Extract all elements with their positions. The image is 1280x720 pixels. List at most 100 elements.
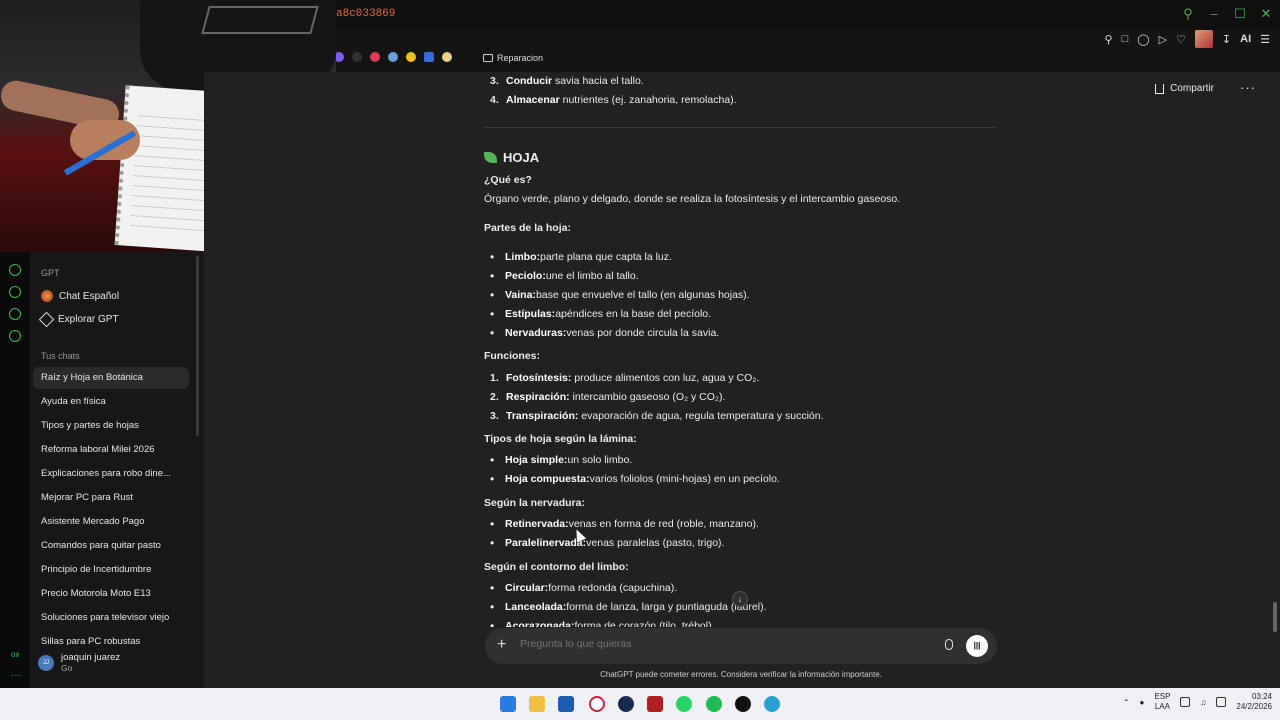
chat-item[interactable]: Precio Motorola Moto E13	[33, 583, 189, 605]
minimize-icon[interactable]: –	[1208, 6, 1220, 22]
user-name: joaquin juarez	[61, 652, 121, 663]
chat-item[interactable]: Principio de Incertidumbre	[33, 559, 189, 581]
bookmark-icon[interactable]	[388, 52, 398, 62]
chats-section-title: Tus chats	[41, 351, 80, 361]
bookmark-folder-label: Reparacion	[497, 53, 544, 63]
subheading: Funciones:	[484, 350, 541, 362]
edge-icon[interactable]	[764, 696, 780, 712]
chevron-up-icon[interactable]: ⌃	[1123, 698, 1130, 707]
bookmark-folder[interactable]: Reparacion	[483, 53, 543, 63]
bookmark-icon[interactable]	[442, 52, 452, 62]
clock[interactable]: 03:24 24/2/2026	[1236, 692, 1272, 712]
chat-item[interactable]: Mejorar PC para Rust	[33, 487, 189, 509]
chatgpt-icon[interactable]	[735, 696, 751, 712]
gpt-item-chat-espanol[interactable]: Chat Español	[41, 290, 119, 302]
whatsapp-icon[interactable]	[676, 696, 692, 712]
subheading: Según el contorno del limbo:	[484, 561, 629, 573]
leaf-icon	[484, 152, 497, 163]
url-fragment[interactable]: a8c033869	[336, 8, 395, 20]
chat-item[interactable]: Tipos y partes de hojas	[33, 415, 189, 437]
screenshot-icon[interactable]: □	[1122, 33, 1129, 45]
user-plan: Go	[61, 663, 73, 673]
opera-icon[interactable]	[589, 696, 605, 712]
subheading: Según la nervadura:	[484, 497, 585, 509]
scroll-down-button[interactable]: ↓	[732, 591, 748, 607]
browser-toolbar-right: ⚲ □ ◯ ▷ ♡ ↧ AI ☰	[1105, 30, 1270, 48]
volume-icon[interactable]: ♫	[1200, 698, 1206, 707]
bookmark-icon[interactable]	[370, 52, 380, 62]
chat-item[interactable]: Soluciones para televisor viejo	[33, 607, 189, 629]
language-indicator[interactable]: ESP LAA	[1154, 692, 1170, 712]
battery-icon[interactable]	[1216, 697, 1227, 707]
bookmark-icon[interactable]	[406, 52, 416, 62]
store-icon[interactable]	[558, 696, 574, 712]
list-item: • Circular: forma redonda (capuchina).	[490, 581, 678, 595]
history-icon[interactable]	[9, 286, 21, 298]
chat-item[interactable]: Sillas para PC robustas	[33, 631, 189, 645]
list-item: 3. Transpiración: evaporación de agua, re…	[490, 410, 824, 422]
list-item: • Lanceolada: forma de lanza, larga y pun…	[490, 600, 767, 614]
list-item: • Nervaduras: venas por donde circula la …	[490, 326, 720, 340]
subheading: Partes de la hoja:	[484, 222, 571, 234]
chat-espanol-icon	[41, 290, 53, 302]
file-explorer-icon[interactable]	[529, 696, 545, 712]
chat-item[interactable]: Reforma laboral Milei 2026	[33, 439, 189, 461]
ai-button[interactable]: AI	[1240, 33, 1251, 45]
voice-mode-button[interactable]: |||	[966, 635, 988, 657]
play-circle-icon[interactable]	[9, 264, 21, 276]
share-icon	[1155, 83, 1165, 94]
gpt-section-title: GPT	[41, 268, 60, 278]
settings-icon[interactable]	[9, 330, 21, 342]
chat-main: Compartir ··· 3. Conducir savia hacia el …	[204, 72, 1280, 688]
list-item: • Estípulas: apéndices en la base del pec…	[490, 307, 712, 321]
rail-label: ox	[11, 650, 20, 659]
bookmark-icon[interactable]	[424, 52, 434, 62]
profile-avatar[interactable]	[1194, 30, 1213, 48]
bookmark-icons	[334, 52, 452, 62]
spotify-icon[interactable]	[706, 696, 722, 712]
prompt-input[interactable]	[520, 638, 910, 650]
steam-icon[interactable]	[618, 696, 634, 712]
list-item: • Acorazonada: forma de corazón (tilo, tr…	[490, 619, 715, 627]
gpt-item-explorar[interactable]: Explorar GPT	[38, 311, 119, 328]
chat-item[interactable]: Raíz y Hoja en Botánica	[33, 367, 189, 389]
list-item: 2. Respiración: intercambio gaseoso (O₂ y…	[490, 391, 726, 403]
share-button[interactable]: Compartir	[1155, 83, 1214, 94]
webcam-hand	[70, 120, 140, 160]
play-icon[interactable]: ▷	[1159, 33, 1167, 46]
heart-icon[interactable]: ♡	[1176, 33, 1186, 46]
disclaimer: ChatGPT puede cometer errores. Considera…	[600, 670, 882, 679]
list-item: 3. Conducir savia hacia el tallo.	[490, 75, 644, 87]
chat-item[interactable]: Ayuda en física	[33, 391, 189, 413]
shield-icon[interactable]: ◯	[1137, 33, 1149, 46]
plus-icon[interactable]: +	[497, 636, 506, 654]
taskbar: ⌃ ● ESP LAA ♫ 03:24 24/2/2026	[0, 688, 1280, 720]
webcam-shirt-logo	[201, 6, 319, 34]
rail-more-icon[interactable]: ···	[11, 670, 21, 681]
chat-item[interactable]: Comandos para quitar pasto	[33, 535, 189, 557]
side-rail	[0, 252, 30, 688]
search-icon[interactable]: ⚲	[1182, 6, 1194, 22]
sidebar-scrollbar[interactable]	[196, 256, 199, 436]
network-icon[interactable]	[1180, 697, 1191, 707]
menu-icon[interactable]: ☰	[1260, 33, 1270, 46]
main-scrollbar[interactable]	[1273, 602, 1277, 632]
pin-icon[interactable]: ⚲	[1105, 33, 1113, 46]
list-item: • Vaina: base que envuelve el tallo (en a…	[490, 288, 750, 302]
cube-icon	[38, 311, 55, 328]
extensions-icon[interactable]	[9, 308, 21, 320]
close-icon[interactable]: ✕	[1260, 6, 1272, 22]
mic-icon[interactable]	[945, 639, 953, 650]
bookmark-icon[interactable]	[352, 52, 362, 62]
maximize-icon[interactable]: ☐	[1234, 6, 1246, 22]
download-icon[interactable]: ↧	[1222, 33, 1231, 46]
user-profile[interactable]: JJ joaquin juarez Go	[38, 652, 120, 673]
list-item: • Hoja simple: un solo limbo.	[490, 453, 633, 467]
mic-icon[interactable]: ●	[1140, 698, 1145, 707]
chat-item[interactable]: Explicaciones para robo dine...	[33, 463, 189, 485]
chat-item[interactable]: Asistente Mercado Pago	[33, 511, 189, 533]
windows-start-icon[interactable]	[500, 696, 516, 712]
more-options-button[interactable]: ···	[1240, 80, 1256, 95]
app-icon[interactable]	[647, 696, 663, 712]
list-item: 1. Fotosíntesis: produce alimentos con lu…	[490, 372, 760, 384]
